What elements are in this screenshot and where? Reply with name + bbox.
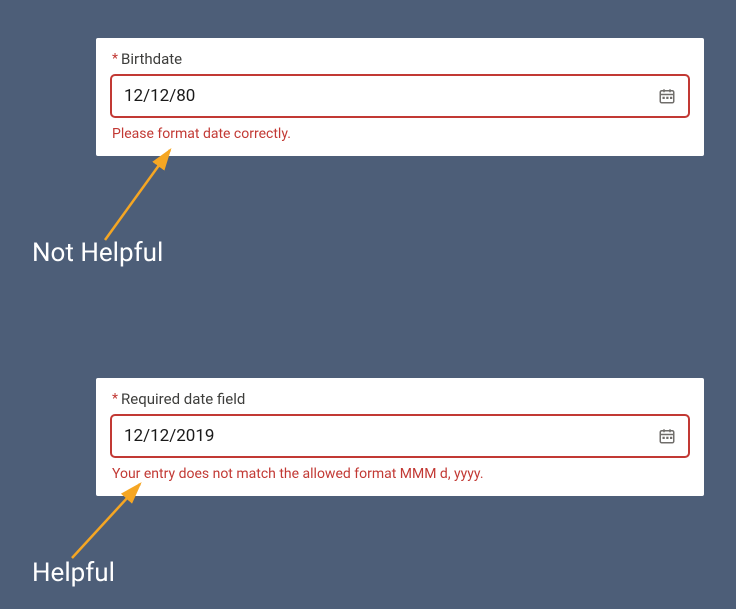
required-indicator: * [112, 391, 118, 407]
input-value: 12/12/80 [124, 86, 195, 106]
calendar-icon[interactable] [658, 427, 676, 445]
required-indicator: * [112, 51, 118, 67]
date-input[interactable]: 12/12/2019 [110, 414, 690, 458]
calendar-icon[interactable] [658, 87, 676, 105]
error-message: Please format date correctly. [112, 126, 690, 142]
form-card-not-helpful: * Birthdate 12/12/80 Please format date … [96, 38, 704, 156]
label-row: * Birthdate [112, 50, 690, 68]
field-label: Birthdate [121, 50, 182, 68]
caption-not-helpful: Not Helpful [32, 238, 163, 268]
birthdate-input[interactable]: 12/12/80 [110, 74, 690, 118]
form-card-helpful: * Required date field 12/12/2019 Your en… [96, 378, 704, 496]
arrow-annotation-icon [90, 140, 190, 250]
error-message: Your entry does not match the allowed fo… [112, 466, 690, 482]
input-value: 12/12/2019 [124, 426, 214, 446]
caption-helpful: Helpful [32, 558, 115, 588]
field-label: Required date field [121, 390, 245, 408]
label-row: * Required date field [112, 390, 690, 408]
